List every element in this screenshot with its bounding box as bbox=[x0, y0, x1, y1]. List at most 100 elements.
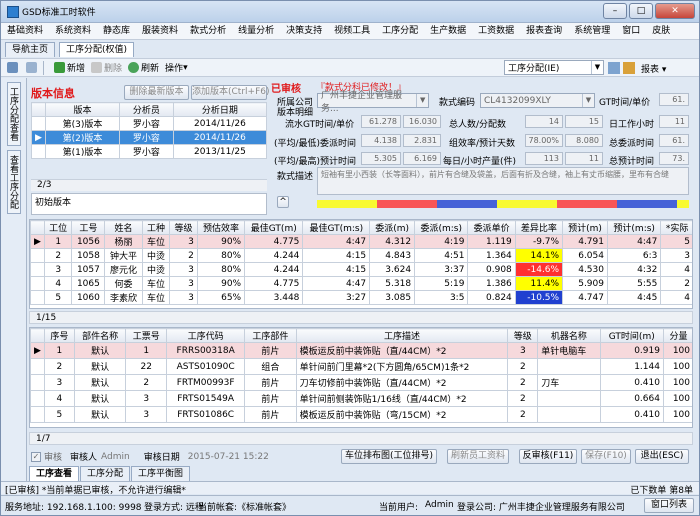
menu-item[interactable]: 工资数据 bbox=[472, 23, 520, 40]
menu-item[interactable]: 静态库 bbox=[97, 23, 136, 40]
table-row[interactable]: ▶ 第(2)版本 罗小容 2014/11/26 bbox=[31, 130, 268, 145]
column-header[interactable]: 分析员 bbox=[118, 102, 174, 117]
column-header[interactable]: 姓名 bbox=[104, 220, 143, 235]
edit-icon[interactable] bbox=[623, 62, 635, 74]
table-row[interactable]: 4 默认 3 FRTS01549A 前片 单针间前侧装饰贴1/16线（直/44CM）*2 2… bbox=[30, 390, 692, 407]
table-row[interactable]: 5 默认 3 FRTS01086C 前片 模板运反前中装饰贴（弯/15CM）*2 2 0.41… bbox=[30, 406, 692, 423]
delete-version-button[interactable]: 删除最新版本 bbox=[124, 85, 189, 100]
column-header[interactable]: 部件名称 bbox=[73, 328, 127, 343]
column-header[interactable]: 序号 bbox=[43, 328, 75, 343]
menu-item[interactable]: 皮肤 bbox=[646, 23, 676, 40]
tab-process-allocation[interactable]: 工序分配(权值) bbox=[59, 41, 135, 57]
table-row[interactable]: 3 默认 2 FRTM00993F 前片 刀车切修前中装饰贴（直/44CM）*2 2 刀车 0.… bbox=[30, 374, 692, 391]
column-header[interactable]: 预计(m) bbox=[562, 220, 608, 235]
menu-item[interactable]: 报表查询 bbox=[520, 23, 568, 40]
column-header[interactable]: 版本 bbox=[45, 102, 120, 117]
table-row[interactable]: 第(1)版本 罗小容 2013/11/25 bbox=[31, 144, 268, 159]
column-header[interactable]: 机器名称 bbox=[537, 328, 601, 343]
module-select[interactable]: 工序分配(IE) ▼ bbox=[504, 60, 604, 75]
style-desc-field: 短袖有里小西装（长等面料），前片有合缝及袋盖，后面有折及合缝，袖上有丈币缩腰，里… bbox=[317, 167, 689, 195]
side-tab-view-allocation[interactable]: 查看工序分配 bbox=[7, 150, 21, 214]
menu-item[interactable]: 工序分配 bbox=[376, 23, 424, 40]
style-code-select[interactable]: CL4132099XLY ▼ bbox=[480, 93, 595, 108]
window-list-button[interactable]: 窗口列表 bbox=[644, 498, 694, 513]
new-button[interactable]: 新增 bbox=[54, 61, 85, 74]
menu-item[interactable]: 视频工具 bbox=[328, 23, 376, 40]
column-header[interactable]: 等级 bbox=[507, 328, 539, 343]
menu-item[interactable]: 决策支持 bbox=[280, 23, 328, 40]
table-row[interactable]: 2 默认 22 ASTS01090C 组合 单针间前门里幕*2(下方圆角/65CM)1条*… bbox=[30, 358, 692, 375]
table-cell bbox=[537, 406, 601, 423]
status-server: 服务地址: 192.168.1.100: 9998 bbox=[5, 503, 142, 513]
table-row[interactable]: ▶ 1 默认 1 FRRS00318A 前片 模板运反前中装饰贴（直/44CM）*2 3 单针电… bbox=[30, 342, 692, 359]
column-header[interactable]: 工位 bbox=[43, 220, 73, 235]
back-icon[interactable] bbox=[7, 62, 20, 73]
forward-icon[interactable] bbox=[26, 62, 39, 73]
column-header[interactable]: 最佳GT(m) bbox=[244, 220, 304, 235]
maximize-button[interactable]: □ bbox=[629, 3, 653, 19]
unaudit-button[interactable]: 反审核(F11) bbox=[519, 449, 577, 464]
table-row[interactable]: 3 1057 廖元化 中烫 3 80% 4.244 4:15 3.624 3:37 0.908 -14… bbox=[30, 262, 692, 277]
refresh-button[interactable]: 刷新 bbox=[128, 61, 159, 74]
audit-checkbox[interactable]: ✓ bbox=[31, 451, 41, 462]
table-cell: 3 bbox=[125, 406, 168, 423]
column-header[interactable]: 差异比率 bbox=[514, 220, 564, 235]
column-header[interactable]: 工票号 bbox=[125, 328, 168, 343]
subtab-allocation[interactable]: 工序分配 bbox=[80, 465, 131, 481]
operator-grid: 工位 工号 姓名 工种 等级 预估效率 最佳GT(m) 最佳GT(m:s) 委派(m) 委派(m:… bbox=[29, 219, 693, 309]
menu-item[interactable]: 生产数据 bbox=[424, 23, 472, 40]
column-header[interactable]: 委派(m:s) bbox=[414, 220, 469, 235]
column-header[interactable]: 工号 bbox=[71, 220, 106, 235]
table-cell: 4 bbox=[660, 290, 692, 305]
grid-icon[interactable] bbox=[608, 62, 620, 74]
column-header[interactable]: 分量 bbox=[662, 328, 692, 343]
column-header[interactable]: GT时间(m) bbox=[599, 328, 664, 343]
tab-home[interactable]: 导航主页 bbox=[5, 41, 56, 57]
menu-item[interactable]: 服装资料 bbox=[136, 23, 184, 40]
company-select[interactable]: 广州丰捷企业管理服务... ▼ bbox=[317, 91, 429, 114]
operations-menu[interactable]: 操作 ▾ bbox=[165, 61, 188, 75]
column-header[interactable]: 分析日期 bbox=[172, 102, 268, 117]
menu-item[interactable]: 系统资料 bbox=[49, 23, 97, 40]
column-header[interactable]: 预估效率 bbox=[196, 220, 246, 235]
station-layout-button[interactable]: 车位排布图(工位排号) bbox=[341, 449, 437, 464]
menu-item[interactable]: 款式分析 bbox=[184, 23, 232, 40]
table-cell: 组合 bbox=[244, 358, 297, 375]
collapse-button[interactable]: ^ bbox=[277, 196, 289, 208]
column-header[interactable]: 工序描述 bbox=[295, 328, 509, 343]
status-company: 登录公司: 广州丰捷企业管理服务有限公司 bbox=[457, 503, 625, 513]
table-cell: 3:27 bbox=[302, 290, 371, 305]
table-cell: 默认 bbox=[73, 390, 127, 407]
version-note[interactable]: 初始版本 bbox=[31, 193, 267, 215]
menu-item[interactable]: 基础资料 bbox=[1, 23, 49, 40]
column-header[interactable]: 工种 bbox=[141, 220, 171, 235]
table-cell: 刀车 bbox=[537, 374, 601, 391]
side-tab-process-view[interactable]: 工序分配查看 bbox=[7, 82, 21, 146]
delete-button[interactable]: 删除 bbox=[91, 61, 122, 74]
column-header[interactable]: 委派(m) bbox=[369, 220, 416, 235]
menu-item[interactable]: 线量分析 bbox=[232, 23, 280, 40]
reports-menu[interactable]: 报表 ▾ bbox=[641, 62, 666, 75]
column-header[interactable]: 等级 bbox=[169, 220, 198, 235]
column-header[interactable]: 最佳GT(m:s) bbox=[302, 220, 371, 235]
close-button[interactable]: ✕ bbox=[655, 3, 695, 19]
table-row[interactable]: ▶ 1 1056 杨丽 车位 3 90% 4.775 4:47 4.312 4:19 1.119 -9.… bbox=[30, 234, 692, 249]
refresh-staff-button[interactable]: 刷新员工资料 bbox=[447, 449, 509, 464]
subtab-view[interactable]: 工序查看 bbox=[29, 465, 80, 481]
add-version-button[interactable]: 添加版本(Ctrl+F6) bbox=[191, 85, 269, 100]
minimize-button[interactable]: – bbox=[603, 3, 627, 19]
column-header[interactable]: 预计(m:s) bbox=[606, 220, 662, 235]
column-header[interactable]: 工序代码 bbox=[166, 328, 246, 343]
column-header[interactable]: 委派单价 bbox=[467, 220, 516, 235]
subtab-balance-chart[interactable]: 工序平衡图 bbox=[131, 465, 191, 481]
table-row[interactable]: 5 1060 李素欣 车位 3 65% 3.448 3:27 3.085 3:5 0.824 -10.… bbox=[30, 290, 692, 305]
column-header[interactable]: 工序部件 bbox=[244, 328, 297, 343]
table-row[interactable]: 2 1058 钟大平 中烫 2 80% 4.244 4:15 4.843 4:51 1.364 14.… bbox=[30, 248, 692, 263]
menu-item[interactable]: 窗口 bbox=[616, 23, 646, 40]
menu-item[interactable]: 系统管理 bbox=[568, 23, 616, 40]
exit-button[interactable]: 退出(ESC) bbox=[635, 449, 689, 464]
table-row[interactable]: 第(3)版本 罗小容 2014/11/26 bbox=[31, 116, 268, 131]
save-button[interactable]: 保存(F10) bbox=[581, 449, 631, 464]
column-header[interactable]: *实际 bbox=[660, 220, 692, 235]
table-row[interactable]: 4 1065 何委 车位 3 90% 4.775 4:47 5.318 5:19 1.386 11.4… bbox=[30, 276, 692, 291]
